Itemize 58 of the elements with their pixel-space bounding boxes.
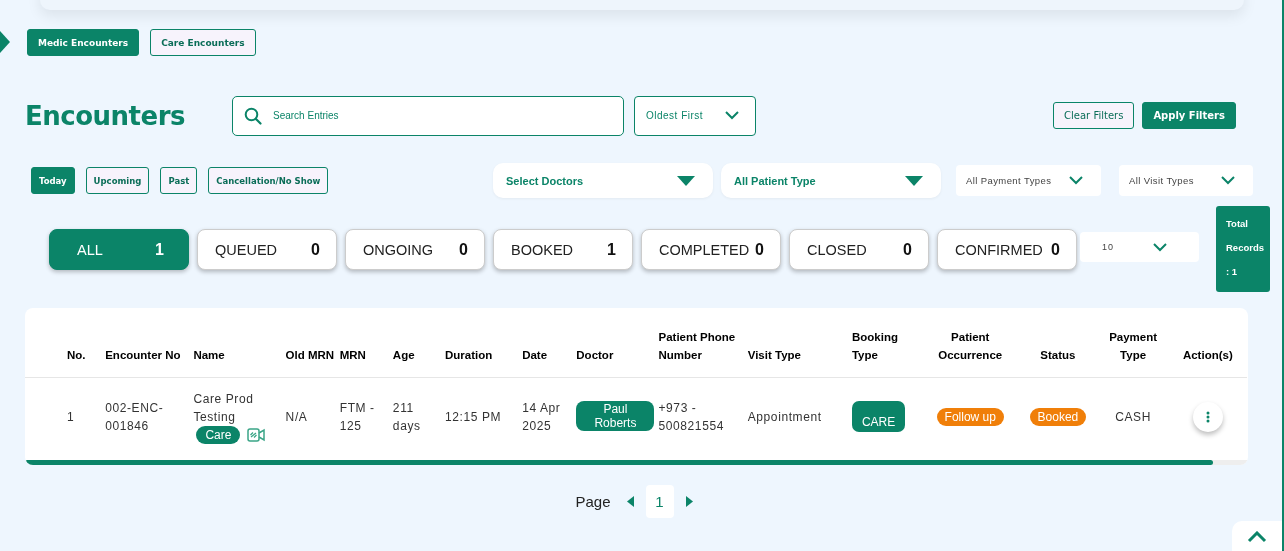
- doctor-tag: Paul Roberts: [576, 401, 655, 432]
- filter-dropdown[interactable]: All Visit Types: [1119, 165, 1253, 196]
- column-header: Age: [392, 308, 445, 378]
- page-label: Page: [575, 492, 611, 510]
- table-cell: 1: [67, 409, 75, 424]
- occurrence-tag: Follow up: [936, 407, 1004, 426]
- table-cell: 14 Apr 2025: [522, 400, 561, 433]
- status-tag: Booked: [1029, 407, 1087, 426]
- status-card[interactable]: ALL 1: [49, 229, 189, 270]
- column-header: Doctor: [576, 308, 659, 378]
- status-card[interactable]: CLOSED 0: [789, 229, 929, 270]
- column-header: MRN: [339, 308, 393, 378]
- total-records-badge: Total Records : 1: [1216, 206, 1270, 292]
- encounter-tab[interactable]: Medic Encounters: [27, 29, 140, 56]
- page-size-dropdown[interactable]: 10: [1080, 232, 1199, 262]
- table-cell: 002-ENC-001846: [105, 400, 164, 433]
- column-header: No.: [25, 308, 106, 378]
- search-field[interactable]: Search Entries: [232, 95, 624, 136]
- filter-dropdown[interactable]: All Payment Types: [956, 165, 1101, 196]
- booking-type-tag: CARE: [851, 401, 906, 433]
- status-card[interactable]: ONGOING 0: [345, 229, 485, 270]
- page-number[interactable]: 1: [645, 484, 674, 518]
- column-header: Duration: [445, 308, 523, 378]
- table-cell: 211 days: [392, 400, 421, 433]
- table-cell: Appointment: [747, 409, 822, 424]
- filter-button[interactable]: Apply Filters: [1142, 102, 1236, 129]
- column-header: Visit Type: [747, 308, 852, 378]
- page-title: Encounters: [25, 100, 186, 131]
- column-header: Name: [193, 308, 286, 378]
- status-card[interactable]: BOOKED 1: [493, 229, 633, 270]
- table-cell-text: Care Prod Testing: [193, 390, 255, 426]
- period-tab[interactable]: Cancellation/No Show: [208, 167, 329, 194]
- encounter-tab[interactable]: Care Encounters: [150, 29, 256, 56]
- period-tab[interactable]: Past: [160, 167, 198, 194]
- filter-dropdown[interactable]: Select Doctors: [493, 163, 713, 198]
- column-header: Date: [522, 308, 577, 378]
- care-tag: Care: [196, 425, 241, 444]
- sort-dropdown[interactable]: Oldest First: [634, 95, 756, 136]
- column-header: Payment Type: [1097, 308, 1173, 378]
- table-cell: +973 - 500821554: [658, 400, 724, 433]
- column-header: Encounter No: [105, 308, 194, 378]
- filter-button[interactable]: Clear Filters: [1053, 102, 1135, 129]
- column-header: Patient Phone Number: [658, 308, 748, 378]
- column-header: Old MRN: [285, 308, 340, 378]
- table-cell: N/A: [285, 409, 308, 424]
- column-header: Patient Occurrence: [922, 308, 1023, 378]
- table-cell: 12:15 PM: [445, 409, 502, 424]
- column-header: Action(s): [1172, 308, 1247, 378]
- status-card[interactable]: QUEUED 0: [197, 229, 337, 270]
- column-header: Booking Type: [851, 308, 923, 378]
- table-cell: CASH: [1115, 409, 1151, 424]
- period-tab[interactable]: Upcoming: [85, 167, 150, 194]
- column-header: Status: [1022, 308, 1098, 378]
- filter-dropdown[interactable]: All Patient Type: [721, 163, 941, 198]
- period-tab[interactable]: Today: [31, 167, 75, 194]
- status-card[interactable]: COMPLETED 0: [641, 229, 781, 270]
- status-card[interactable]: CONFIRMED 0: [937, 229, 1077, 270]
- table-cell: FTM - 125: [339, 400, 375, 433]
